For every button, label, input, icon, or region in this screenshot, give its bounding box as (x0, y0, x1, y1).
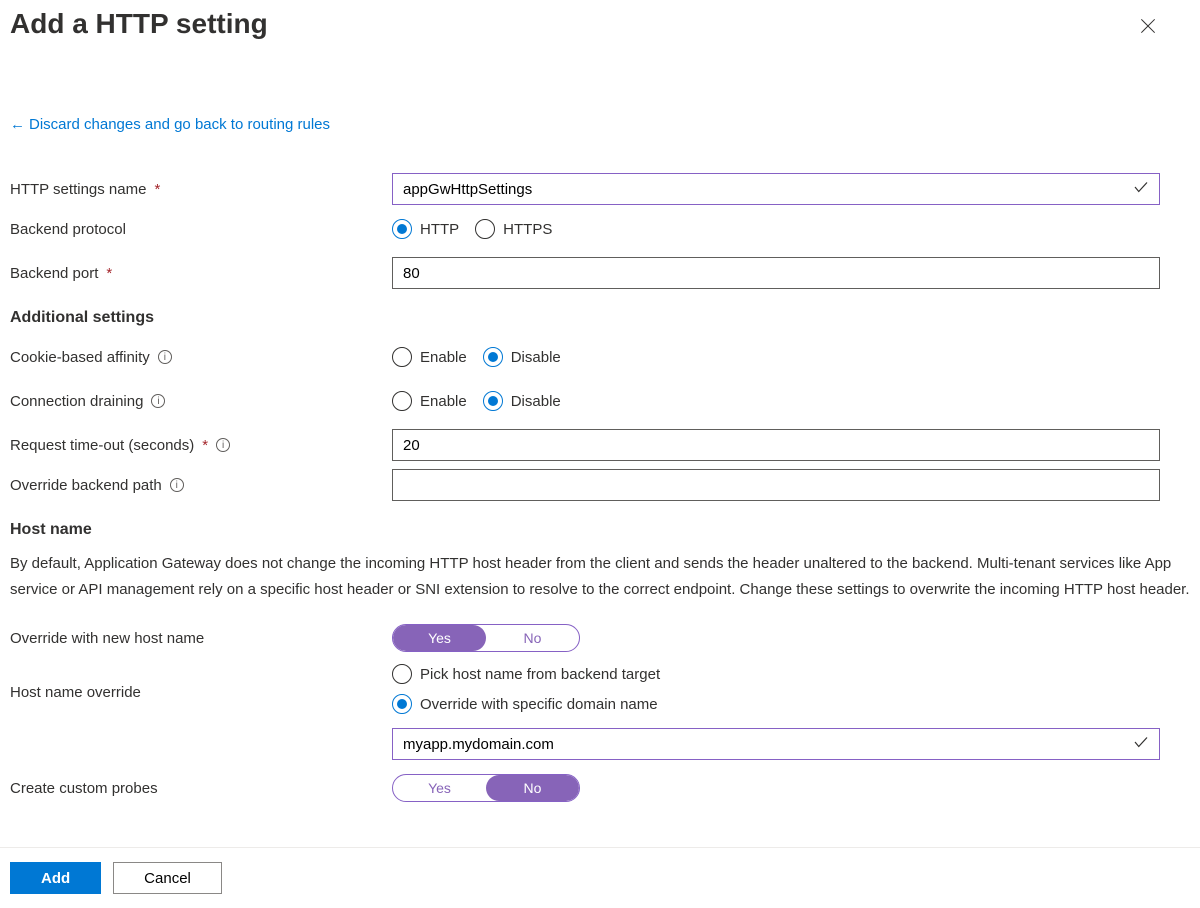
override-hostname-label: Override with new host name (10, 630, 204, 647)
required-indicator: * (202, 437, 208, 454)
host-name-heading: Host name (10, 521, 1190, 539)
custom-probes-label: Create custom probes (10, 780, 158, 797)
http-settings-name-input[interactable] (392, 173, 1160, 205)
cookie-enable-radio[interactable]: Enable (392, 347, 467, 367)
cookie-disable-radio[interactable]: Disable (483, 347, 561, 367)
cookie-affinity-label: Cookie-based affinity (10, 349, 150, 366)
checkmark-icon (1132, 178, 1150, 200)
protocol-https-label: HTTPS (503, 221, 552, 238)
disable-label: Disable (511, 393, 561, 410)
toggle-yes[interactable]: Yes (393, 625, 486, 651)
page-title: Add a HTTP setting (10, 8, 268, 40)
domain-name-input[interactable] (392, 728, 1160, 760)
protocol-http-label: HTTP (420, 221, 459, 238)
draining-disable-radio[interactable]: Disable (483, 391, 561, 411)
info-icon[interactable]: i (216, 438, 230, 452)
pick-from-backend-label: Pick host name from backend target (420, 666, 660, 683)
required-indicator: * (106, 265, 112, 282)
discard-link-label: Discard changes and go back to routing r… (29, 116, 330, 133)
required-indicator: * (154, 181, 160, 198)
backend-port-label: Backend port (10, 265, 98, 282)
toggle-no[interactable]: No (486, 625, 579, 651)
enable-label: Enable (420, 349, 467, 366)
custom-probes-toggle[interactable]: Yes No (392, 774, 580, 802)
additional-settings-heading: Additional settings (10, 309, 1190, 327)
cancel-button[interactable]: Cancel (113, 862, 222, 894)
add-button[interactable]: Add (10, 862, 101, 894)
host-name-description: By default, Application Gateway does not… (10, 551, 1190, 602)
request-timeout-label: Request time-out (seconds) (10, 437, 194, 454)
pick-from-backend-radio[interactable]: Pick host name from backend target (392, 664, 1160, 684)
toggle-no[interactable]: No (486, 775, 579, 801)
override-hostname-toggle[interactable]: Yes No (392, 624, 580, 652)
backend-protocol-label: Backend protocol (10, 221, 126, 238)
protocol-https-radio[interactable]: HTTPS (475, 219, 552, 239)
override-specific-radio[interactable]: Override with specific domain name (392, 694, 1160, 714)
info-icon[interactable]: i (151, 394, 165, 408)
draining-enable-radio[interactable]: Enable (392, 391, 467, 411)
info-icon[interactable]: i (170, 478, 184, 492)
close-button[interactable] (1130, 8, 1166, 48)
toggle-yes[interactable]: Yes (393, 775, 486, 801)
enable-label: Enable (420, 393, 467, 410)
close-icon (1138, 16, 1158, 36)
protocol-http-radio[interactable]: HTTP (392, 219, 459, 239)
backend-port-input[interactable] (392, 257, 1160, 289)
info-icon[interactable]: i (158, 350, 172, 364)
arrow-left-icon: ← (10, 116, 25, 133)
override-specific-label: Override with specific domain name (420, 696, 658, 713)
request-timeout-input[interactable] (392, 429, 1160, 461)
hostname-override-label: Host name override (10, 684, 141, 701)
override-backend-path-label: Override backend path (10, 477, 162, 494)
override-backend-path-input[interactable] (392, 469, 1160, 501)
discard-link[interactable]: ← Discard changes and go back to routing… (10, 116, 330, 133)
disable-label: Disable (511, 349, 561, 366)
http-settings-name-label: HTTP settings name (10, 181, 146, 198)
connection-draining-label: Connection draining (10, 393, 143, 410)
checkmark-icon (1132, 733, 1150, 755)
